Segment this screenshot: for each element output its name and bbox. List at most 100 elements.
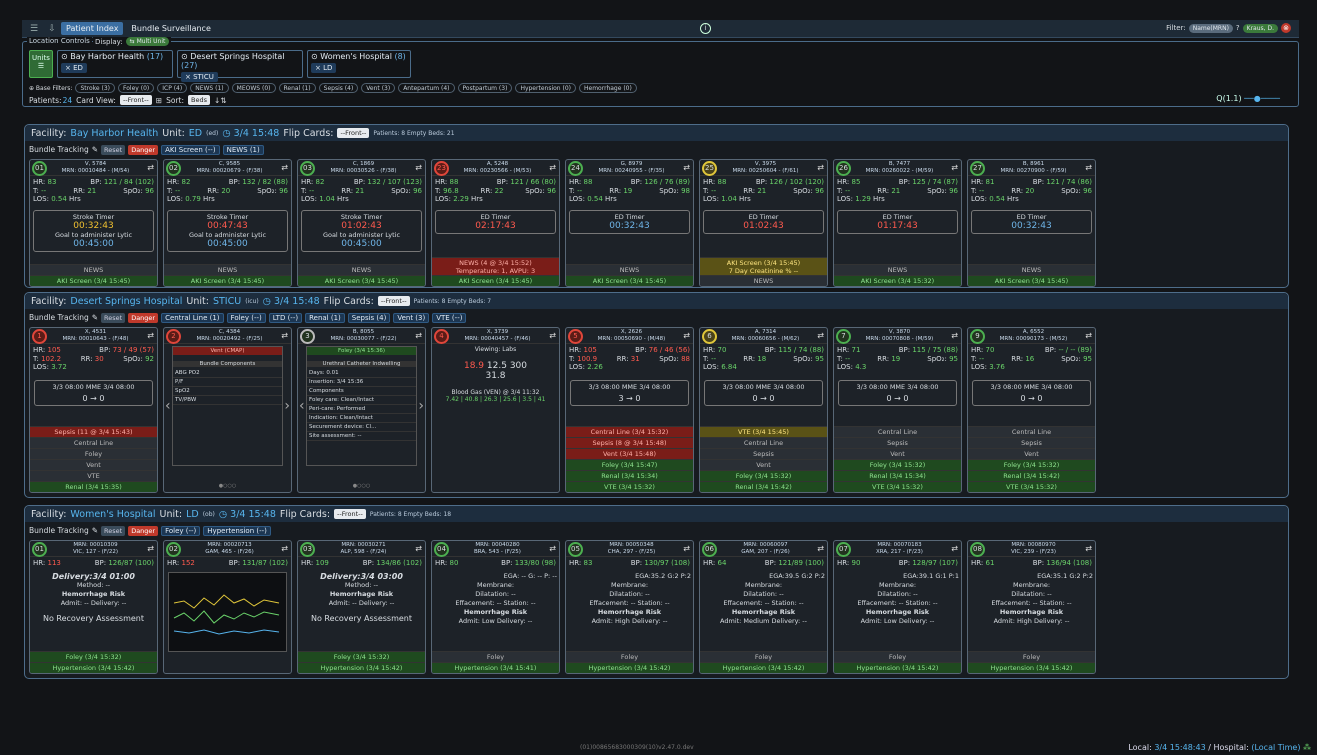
swap-icon[interactable]: ⇄: [1085, 544, 1092, 553]
base-filter-toggle[interactable]: Renal (1): [278, 83, 316, 93]
edit-icon[interactable]: ✎: [92, 526, 98, 535]
bundle-strip[interactable]: Central Line: [30, 437, 157, 448]
bundle-strip[interactable]: VTE (3/4 15:32): [834, 481, 961, 492]
user-badge[interactable]: Kraus, D.: [1242, 23, 1278, 33]
flip-select[interactable]: --Front--: [337, 128, 370, 138]
swap-icon[interactable]: ⇄: [817, 544, 824, 553]
patient-card[interactable]: 7 V, 3870 MRN: 00070808 - (M/59) ⇄ HR: 71 BP:…: [833, 327, 962, 493]
bundle-strip[interactable]: Foley: [566, 651, 693, 662]
patient-card[interactable]: 4 X, 3739 MRN: 00040457 - (F/46) ⇄ Viewing: …: [431, 327, 560, 493]
swap-icon[interactable]: ⇄: [1085, 331, 1092, 340]
filter-input[interactable]: Name(MRN): [1188, 23, 1233, 33]
bundle-strip[interactable]: Hypertension (3/4 15:42): [566, 662, 693, 673]
bundle-strip[interactable]: Renal (3/4 15:34): [566, 470, 693, 481]
swap-icon[interactable]: ⇄: [1085, 163, 1092, 172]
patient-card[interactable]: 23 A, 5248 MRN: 00230566 - (M/53) ⇄ HR: 88 BP…: [431, 159, 560, 287]
bundle-strip[interactable]: Sepsis: [968, 437, 1095, 448]
patient-card[interactable]: 03 MRN: 00030271 ALP, 598 - (F/24) ⇄ HR: 109…: [297, 540, 426, 674]
bundle-strip[interactable]: Foley: [30, 448, 157, 459]
swap-icon[interactable]: ⇄: [683, 331, 690, 340]
bundle-chip[interactable]: Foley (--): [161, 525, 201, 536]
bundle-strip[interactable]: Foley (3/4 15:32): [30, 651, 157, 662]
base-filter-toggle[interactable]: Vent (3): [361, 83, 396, 93]
bundle-chip[interactable]: Hypertension (--): [203, 525, 271, 536]
bundle-strip[interactable]: Hypertension (3/4 15:42): [30, 662, 157, 673]
bundle-chip[interactable]: Central Line (1): [161, 312, 224, 323]
danger-button[interactable]: Danger: [128, 525, 159, 536]
bundle-strip[interactable]: Foley (3/4 15:32): [700, 470, 827, 481]
prev-arrow-icon[interactable]: ‹: [299, 398, 305, 414]
bundle-strip[interactable]: Vent (3/4 15:48): [566, 448, 693, 459]
flip-select[interactable]: --Front--: [334, 509, 366, 519]
bundle-strip[interactable]: NEWS: [834, 264, 961, 275]
bundle-strip[interactable]: Sepsis: [700, 448, 827, 459]
base-filter-toggle[interactable]: ICP (4): [157, 83, 188, 93]
multi-unit-button[interactable]: ⇆ Multi Unit: [125, 37, 170, 46]
bundle-strip[interactable]: Foley (3/4 15:32): [968, 459, 1095, 470]
help-icon[interactable]: ?: [1236, 24, 1240, 32]
tab-patient-index[interactable]: Patient Index: [61, 22, 124, 35]
close-icon[interactable]: ⊗: [1281, 23, 1291, 33]
bundle-chip[interactable]: LTD (--): [268, 312, 303, 323]
swap-icon[interactable]: ⇄: [415, 544, 422, 553]
bundle-strip[interactable]: AKI Screen (3/4 15:45): [30, 275, 157, 286]
bundle-strip[interactable]: Renal (3/4 15:42): [968, 470, 1095, 481]
bundle-chip[interactable]: NEWS (1): [222, 144, 264, 155]
bundle-strip[interactable]: Foley: [700, 651, 827, 662]
info-icon[interactable]: i: [700, 23, 711, 34]
zoom-control[interactable]: Q(1.1) ──●────: [1216, 94, 1280, 103]
patient-card[interactable]: 03 C, 1869 MRN: 00030526 - (F/38) ⇄ HR: 82 BP…: [297, 159, 426, 287]
bundle-strip[interactable]: Sepsis: [834, 437, 961, 448]
zoom-slider[interactable]: ──●────: [1244, 94, 1280, 103]
bundle-chip[interactable]: Foley (--): [226, 312, 266, 323]
bundle-strip[interactable]: Renal (3/4 15:42): [700, 481, 827, 492]
patient-card[interactable]: 24 G, 8979 MRN: 00240955 - (F/35) ⇄ HR: 88 BP…: [565, 159, 694, 287]
patient-card[interactable]: 05 MRN: 00050348 CHA, 297 - (F/25) ⇄ HR: 83 B…: [565, 540, 694, 674]
bundle-strip[interactable]: Foley: [432, 651, 559, 662]
bundle-strip[interactable]: Central Line (3/4 15:32): [566, 426, 693, 437]
bundle-strip[interactable]: Foley: [834, 651, 961, 662]
bundle-strip[interactable]: NEWS: [164, 264, 291, 275]
base-filter-toggle[interactable]: MEOWS (0): [231, 83, 276, 93]
base-filter-toggle[interactable]: Stroke (3): [75, 83, 115, 93]
bundle-strip[interactable]: AKI Screen (3/4 15:45): [432, 275, 559, 286]
bundle-strip[interactable]: Foley: [968, 651, 1095, 662]
bundle-strip[interactable]: Vent: [968, 448, 1095, 459]
card-view-select[interactable]: --Front--: [119, 95, 152, 105]
grid-icon[interactable]: ⊞: [156, 96, 162, 105]
prev-arrow-icon[interactable]: ‹: [165, 398, 171, 414]
danger-button[interactable]: Danger: [128, 144, 159, 155]
bundle-strip[interactable]: VTE (3/4 15:45): [700, 426, 827, 437]
location-bay-harbor[interactable]: ⊙ Bay Harbor Health (17) × ED: [57, 50, 173, 78]
patient-card[interactable]: 6 A, 7314 MRN: 00060656 - (M/62) ⇄ HR: 70 BP:…: [699, 327, 828, 493]
base-filter-toggle[interactable]: Antepartum (4): [398, 83, 455, 93]
swap-icon[interactable]: ⇄: [281, 544, 288, 553]
swap-icon[interactable]: ⇄: [951, 331, 958, 340]
swap-icon[interactable]: ⇄: [683, 544, 690, 553]
bundle-strip[interactable]: Central Line: [834, 426, 961, 437]
bundle-strip[interactable]: Central Line: [968, 426, 1095, 437]
location-womens-hospital[interactable]: ⊙ Women's Hospital (8) × LD: [307, 50, 411, 78]
bundle-strip[interactable]: Vent: [834, 448, 961, 459]
swap-icon[interactable]: ⇄: [549, 331, 556, 340]
bundle-strip[interactable]: Foley (3/4 15:47): [566, 459, 693, 470]
bundle-strip[interactable]: NEWS: [566, 264, 693, 275]
swap-icon[interactable]: ⇄: [549, 544, 556, 553]
patient-card[interactable]: 9 A, 6552 MRN: 00090173 - (M/52) ⇄ HR: 70 BP:…: [967, 327, 1096, 493]
patient-card[interactable]: 01 MRN: 00010309 VIC, 127 - (F/22) ⇄ HR: 113…: [29, 540, 158, 674]
bundle-strip[interactable]: Sepsis (11 @ 3/4 15:43): [30, 426, 157, 437]
edit-icon[interactable]: ✎: [92, 145, 98, 154]
patient-card[interactable]: 02 MRN: 00020713 GAM, 465 - (F/26) ⇄ HR: 152…: [163, 540, 292, 674]
reset-button[interactable]: Reset: [101, 525, 126, 536]
patient-card[interactable]: 01 V, 5784 MRN: 00010484 - (M/54) ⇄ HR: 83 BP…: [29, 159, 158, 287]
sort-select[interactable]: Beds: [187, 95, 210, 105]
patient-card[interactable]: 26 B, 7477 MRN: 00260022 - (M/59) ⇄ HR: 85 BP…: [833, 159, 962, 287]
bundle-strip[interactable]: VTE (3/4 15:32): [566, 481, 693, 492]
hamburger-icon[interactable]: ☰: [28, 24, 40, 34]
swap-icon[interactable]: ⇄: [683, 163, 690, 172]
bundle-strip[interactable]: Hypertension (3/4 15:42): [968, 662, 1095, 673]
reset-button[interactable]: Reset: [101, 312, 126, 323]
base-filter-toggle[interactable]: Sepsis (4): [318, 83, 359, 93]
bundle-strip[interactable]: Foley (3/4 15:32): [298, 651, 425, 662]
edit-icon[interactable]: ✎: [92, 313, 98, 322]
